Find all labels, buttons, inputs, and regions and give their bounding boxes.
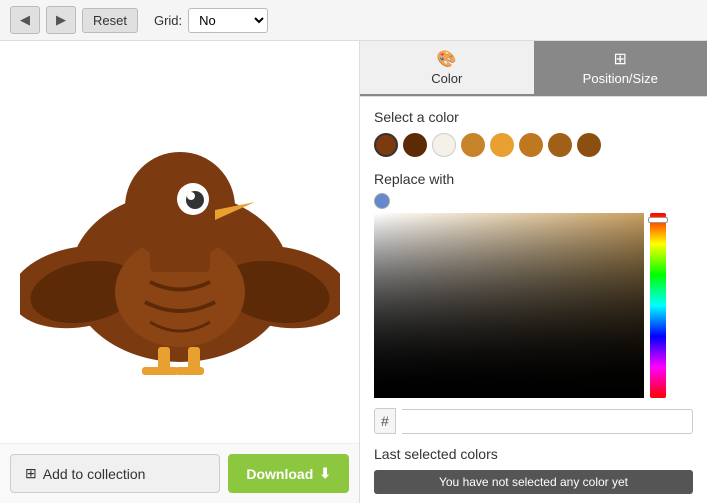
download-icon: ⬇ <box>319 465 331 482</box>
last-selected-section: Last selected colors You have not select… <box>374 446 693 494</box>
tab-bar: 🎨 Color ⊞ Position/Size <box>360 41 707 97</box>
gradient-picker[interactable] <box>374 213 644 398</box>
collection-icon: ⊞ <box>25 465 37 482</box>
swatch-4[interactable] <box>490 133 514 157</box>
right-panel: 🎨 Color ⊞ Position/Size Select a color <box>360 41 707 503</box>
bird-illustration <box>20 92 340 392</box>
bottom-actions: ⊞ Add to collection Download ⬇ <box>0 444 359 503</box>
swatch-3[interactable] <box>461 133 485 157</box>
hue-slider[interactable] <box>650 213 666 398</box>
grid-label: Grid: <box>154 13 182 28</box>
selected-color-indicator <box>374 193 390 209</box>
tab-color-label: Color <box>431 71 462 86</box>
toolbar: ◀ ▶ Reset Grid: No Small Medium Large <box>0 0 707 41</box>
left-panel: ⊞ Add to collection Download ⬇ <box>0 41 360 503</box>
palette-icon: 🎨 <box>437 49 457 69</box>
forward-button[interactable]: ▶ <box>46 6 76 34</box>
hue-handle[interactable] <box>648 217 668 223</box>
add-to-collection-button[interactable]: ⊞ Add to collection <box>10 454 220 493</box>
no-color-banner: You have not selected any color yet <box>374 470 693 494</box>
download-button[interactable]: Download ⬇ <box>228 454 349 493</box>
select-color-title: Select a color <box>374 109 693 125</box>
back-button[interactable]: ◀ <box>10 6 40 34</box>
main-content: ⊞ Add to collection Download ⬇ 🎨 Color ⊞… <box>0 41 707 503</box>
hex-input[interactable] <box>402 409 693 434</box>
hash-symbol: # <box>374 408 396 434</box>
swatch-5[interactable] <box>519 133 543 157</box>
reset-button[interactable]: Reset <box>82 8 138 33</box>
swatch-0[interactable] <box>374 133 398 157</box>
swatch-7[interactable] <box>577 133 601 157</box>
swatch-1[interactable] <box>403 133 427 157</box>
hex-input-row: # <box>374 408 693 434</box>
replace-with-section: Replace with # <box>374 171 693 434</box>
download-label: Download <box>246 466 313 482</box>
position-icon: ⊞ <box>614 49 627 69</box>
swatch-2[interactable] <box>432 133 456 157</box>
grid-select[interactable]: No Small Medium Large <box>188 8 268 33</box>
swatch-6[interactable] <box>548 133 572 157</box>
canvas-area <box>0 41 359 444</box>
replace-title: Replace with <box>374 171 693 187</box>
color-swatches <box>374 133 693 157</box>
tab-position-label: Position/Size <box>583 71 658 86</box>
last-selected-title: Last selected colors <box>374 446 693 462</box>
tab-color[interactable]: 🎨 Color <box>360 41 534 96</box>
add-collection-label: Add to collection <box>43 466 146 482</box>
color-picker-area <box>374 213 693 398</box>
tab-position-size[interactable]: ⊞ Position/Size <box>534 41 707 96</box>
color-panel: Select a color Replace with <box>360 97 707 503</box>
